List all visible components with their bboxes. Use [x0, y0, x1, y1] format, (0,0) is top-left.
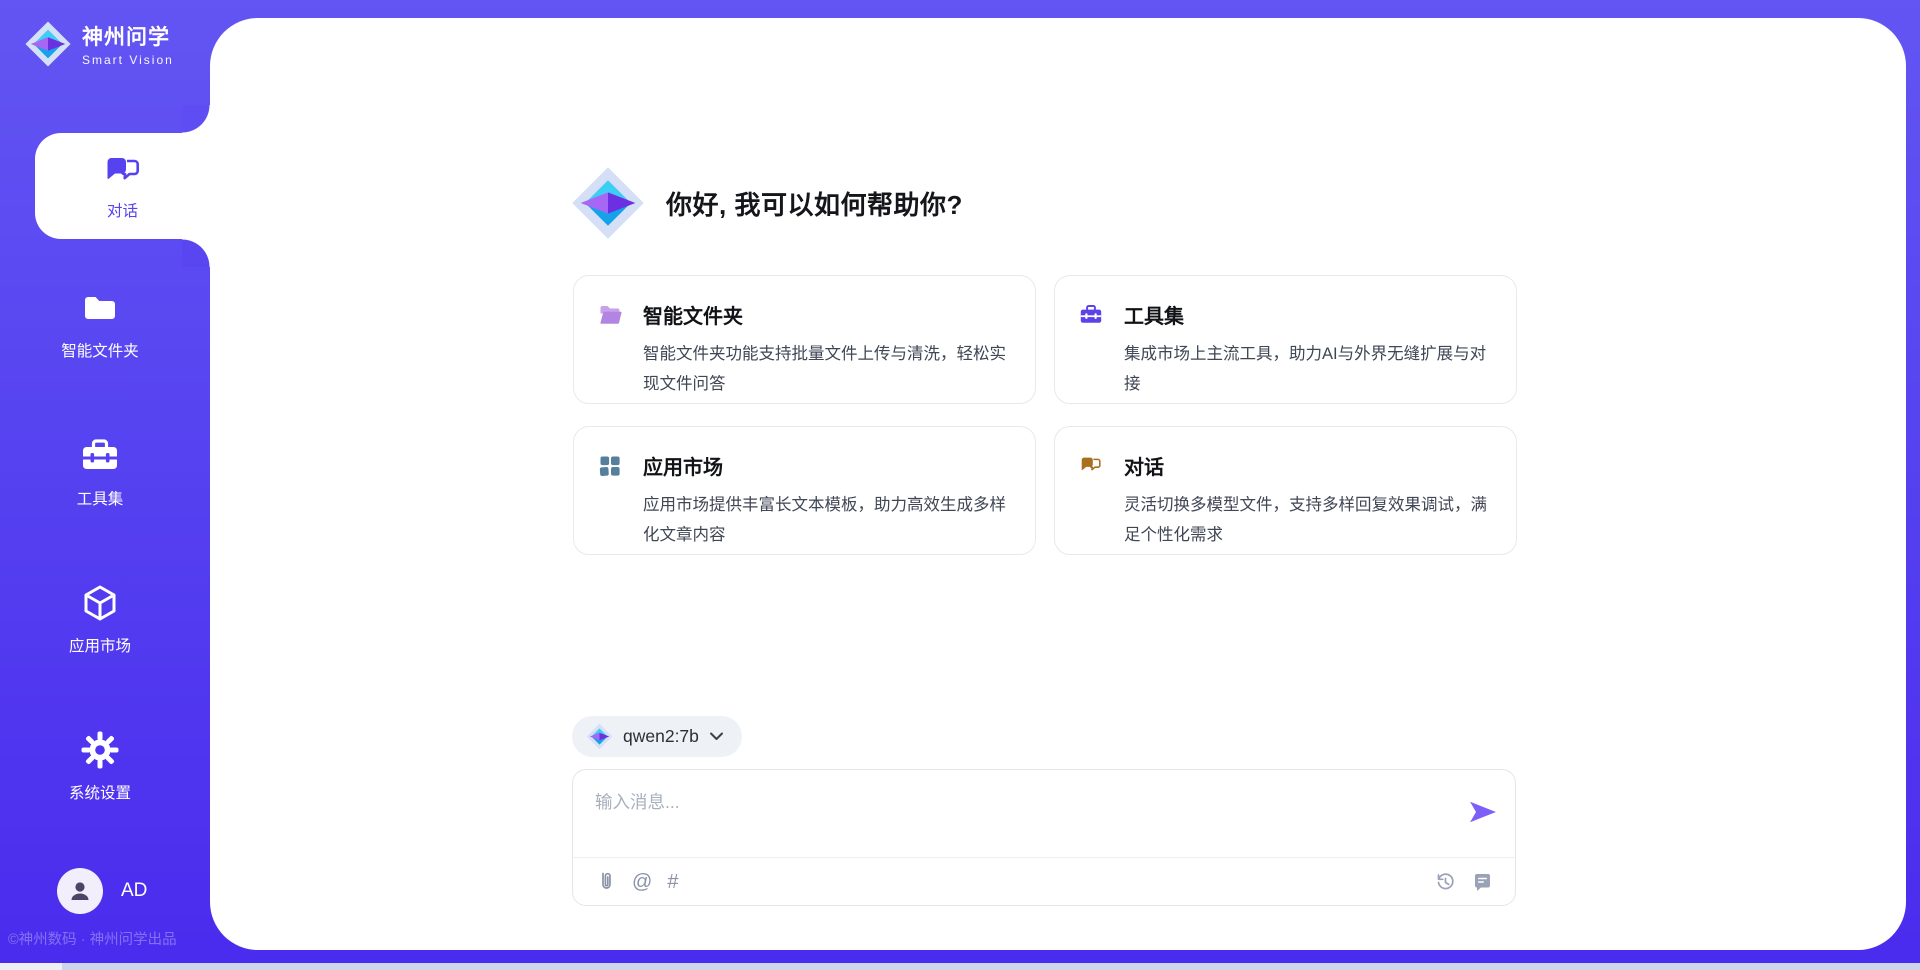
- card-title: 工具集: [1124, 300, 1184, 329]
- user-name: AD: [121, 880, 147, 902]
- horizontal-scrollbar[interactable]: [62, 963, 1920, 970]
- hashtag-icon[interactable]: #: [667, 872, 678, 892]
- sidebar: 神州问学 Smart Vision 对话 智能文件夹 工具集: [0, 0, 210, 970]
- card-description: 应用市场提供丰富长文本模板，助力高效生成多样化文章内容: [598, 491, 1009, 550]
- card-description: 集成市场上主流工具，助力AI与外界无缝扩展与对接: [1079, 340, 1490, 399]
- card-toolbox[interactable]: 工具集 集成市场上主流工具，助力AI与外界无缝扩展与对接: [1054, 275, 1517, 404]
- card-title: 对话: [1124, 451, 1164, 480]
- folder-icon: [80, 288, 120, 328]
- greeting-gem-icon: [570, 165, 646, 241]
- card-smart-folder[interactable]: 智能文件夹 智能文件夹功能支持批量文件上传与清洗，轻松实现文件问答: [573, 275, 1036, 404]
- brand: 神州问学 Smart Vision: [24, 20, 174, 68]
- sidebar-item-settings[interactable]: 系统设置: [0, 730, 200, 803]
- brand-subtitle: Smart Vision: [82, 53, 174, 67]
- card-title: 应用市场: [643, 451, 723, 480]
- open-folder-icon: [598, 303, 622, 327]
- model-name: qwen2:7b: [623, 726, 699, 747]
- scrollbar-corner: [0, 963, 62, 970]
- chat-bubbles-icon: [1079, 454, 1103, 478]
- history-icon[interactable]: [1434, 871, 1456, 893]
- card-app-market[interactable]: 应用市场 应用市场提供丰富长文本模板，助力高效生成多样化文章内容: [573, 426, 1036, 555]
- active-tab-curve-top: [182, 105, 210, 133]
- card-description: 灵活切换多模型文件，支持多样回复效果调试，满足个性化需求: [1079, 491, 1490, 550]
- briefcase-icon: [1079, 303, 1103, 327]
- user-account[interactable]: AD: [57, 868, 147, 914]
- quick-reply-icon[interactable]: [1472, 872, 1493, 893]
- chevron-down-icon: [709, 732, 724, 741]
- avatar: [57, 868, 103, 914]
- composer-actions: [1434, 868, 1493, 896]
- feature-cards: 智能文件夹 智能文件夹功能支持批量文件上传与清洗，轻松实现文件问答 工具集 集成…: [573, 275, 1517, 555]
- composer-tools: @ #: [595, 868, 678, 896]
- sidebar-item-app-market[interactable]: 应用市场: [0, 583, 200, 656]
- sidebar-item-smart-folder[interactable]: 智能文件夹: [0, 288, 200, 361]
- app-grid-icon: [598, 454, 622, 478]
- sidebar-item-label: 智能文件夹: [61, 339, 139, 361]
- chat-bubbles-icon: [103, 152, 143, 192]
- sidebar-item-label: 系统设置: [69, 781, 131, 803]
- active-tab-curve-bottom: [182, 239, 210, 267]
- sidebar-item-label: 对话: [107, 199, 138, 221]
- sidebar-item-toolbox[interactable]: 工具集: [0, 436, 200, 509]
- brand-gem-icon: [24, 20, 72, 68]
- sidebar-footer-credit: ©神州数码 · 神州问学出品: [8, 928, 218, 949]
- greeting: 你好, 我可以如何帮助你?: [570, 164, 963, 242]
- card-title: 智能文件夹: [643, 300, 743, 329]
- model-selector[interactable]: qwen2:7b: [572, 716, 742, 757]
- brand-name: 神州问学: [82, 21, 174, 51]
- cube-icon: [80, 583, 120, 623]
- message-input[interactable]: [573, 770, 1515, 854]
- gear-icon: [80, 730, 120, 770]
- sidebar-item-chat[interactable]: 对话: [35, 133, 210, 239]
- composer: @ #: [572, 769, 1516, 906]
- model-gem-icon: [586, 723, 613, 750]
- toolbox-icon: [80, 436, 120, 476]
- main-panel: 你好, 我可以如何帮助你? 智能文件夹 智能文件夹功能支持批量文件上传与清洗，轻…: [210, 18, 1906, 950]
- composer-divider: [573, 857, 1515, 858]
- card-description: 智能文件夹功能支持批量文件上传与清洗，轻松实现文件问答: [598, 340, 1009, 399]
- card-chat[interactable]: 对话 灵活切换多模型文件，支持多样回复效果调试，满足个性化需求: [1054, 426, 1517, 555]
- send-icon[interactable]: [1469, 800, 1497, 824]
- person-icon: [67, 878, 93, 904]
- mention-icon[interactable]: @: [632, 872, 652, 892]
- page-title: 你好, 我可以如何帮助你?: [666, 185, 963, 222]
- sidebar-item-label: 工具集: [77, 487, 124, 509]
- sidebar-item-label: 应用市场: [69, 634, 131, 656]
- paperclip-icon[interactable]: [595, 871, 617, 893]
- app-background: 神州问学 Smart Vision 对话 智能文件夹 工具集: [0, 0, 1920, 970]
